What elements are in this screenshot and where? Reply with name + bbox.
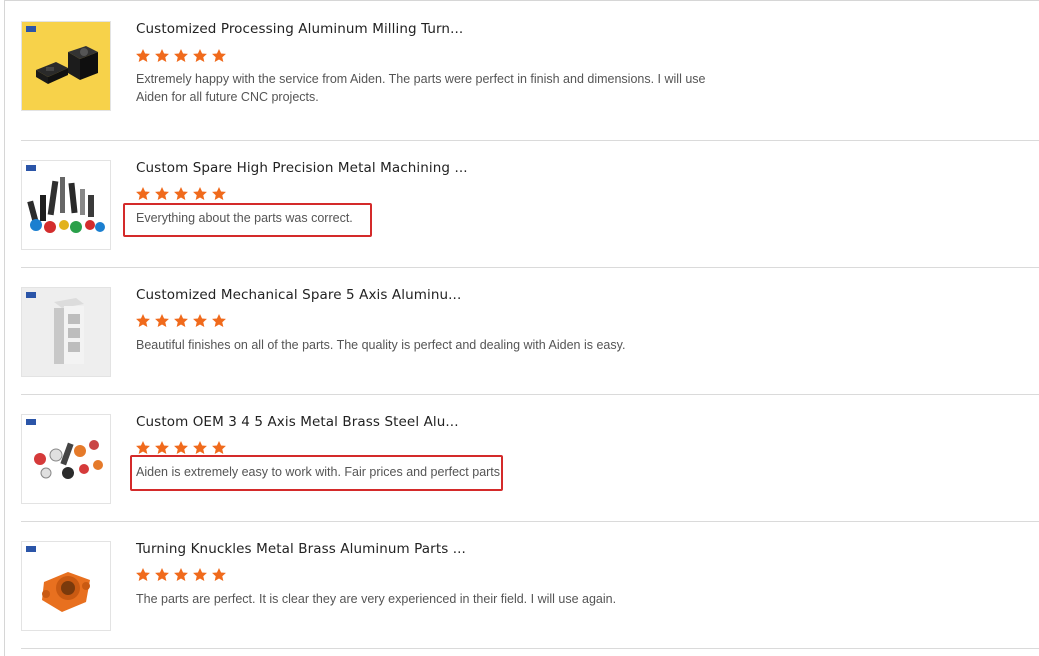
highlight-box bbox=[130, 455, 503, 491]
review-comment: Beautiful finishes on all of the parts. … bbox=[136, 338, 626, 352]
star-icon bbox=[193, 568, 207, 581]
star-icon bbox=[155, 568, 169, 581]
star-icon bbox=[212, 441, 226, 454]
rating-stars bbox=[135, 567, 227, 583]
star-icon bbox=[193, 187, 207, 200]
product-thumbnail[interactable] bbox=[21, 21, 111, 111]
star-icon bbox=[136, 568, 150, 581]
product-title[interactable]: Custom OEM 3 4 5 Axis Metal Brass Steel … bbox=[136, 414, 459, 430]
review-comment: Extremely happy with the service from Ai… bbox=[136, 72, 706, 104]
review-item: Customized Processing Aluminum Milling T… bbox=[0, 14, 1039, 141]
review-item: Turning Knuckles Metal Brass Aluminum Pa… bbox=[0, 522, 1039, 649]
review-comment: The parts are perfect. It is clear they … bbox=[136, 592, 617, 606]
star-icon bbox=[193, 441, 207, 454]
star-icon bbox=[136, 314, 150, 327]
highlight-box bbox=[123, 203, 372, 237]
star-icon bbox=[174, 187, 188, 200]
star-icon bbox=[155, 314, 169, 327]
rating-stars bbox=[135, 313, 227, 329]
star-icon bbox=[155, 49, 169, 62]
review-item: Custom OEM 3 4 5 Axis Metal Brass Steel … bbox=[0, 395, 1039, 522]
star-icon bbox=[136, 441, 150, 454]
star-icon bbox=[212, 187, 226, 200]
star-icon bbox=[155, 441, 169, 454]
aluminum-housing-image bbox=[22, 288, 110, 376]
product-title[interactable]: Custom Spare High Precision Metal Machin… bbox=[136, 160, 468, 176]
brass-steel-parts-image bbox=[22, 415, 110, 503]
star-icon bbox=[174, 314, 188, 327]
product-title[interactable]: Turning Knuckles Metal Brass Aluminum Pa… bbox=[136, 541, 466, 557]
star-icon bbox=[212, 568, 226, 581]
star-icon bbox=[136, 187, 150, 200]
product-thumbnail[interactable] bbox=[21, 287, 111, 377]
knuckle-part-image bbox=[22, 542, 110, 630]
product-thumbnail[interactable] bbox=[21, 160, 111, 250]
product-title[interactable]: Customized Mechanical Spare 5 Axis Alumi… bbox=[136, 287, 461, 303]
star-icon bbox=[212, 314, 226, 327]
star-icon bbox=[174, 49, 188, 62]
review-item: Customized Mechanical Spare 5 Axis Alumi… bbox=[0, 268, 1039, 395]
star-icon bbox=[193, 314, 207, 327]
star-icon bbox=[155, 187, 169, 200]
product-thumbnail[interactable] bbox=[21, 414, 111, 504]
star-icon bbox=[174, 568, 188, 581]
rating-stars bbox=[135, 48, 227, 64]
star-icon bbox=[212, 49, 226, 62]
aluminum-blocks-image bbox=[22, 22, 110, 110]
product-thumbnail[interactable] bbox=[21, 541, 111, 631]
machined-parts-image bbox=[22, 161, 110, 249]
star-icon bbox=[174, 441, 188, 454]
product-title[interactable]: Customized Processing Aluminum Milling T… bbox=[136, 21, 463, 37]
star-icon bbox=[193, 49, 207, 62]
rating-stars bbox=[135, 186, 227, 202]
star-icon bbox=[136, 49, 150, 62]
review-item: Custom Spare High Precision Metal Machin… bbox=[0, 141, 1039, 268]
divider bbox=[21, 648, 1039, 649]
rating-stars bbox=[135, 440, 227, 456]
